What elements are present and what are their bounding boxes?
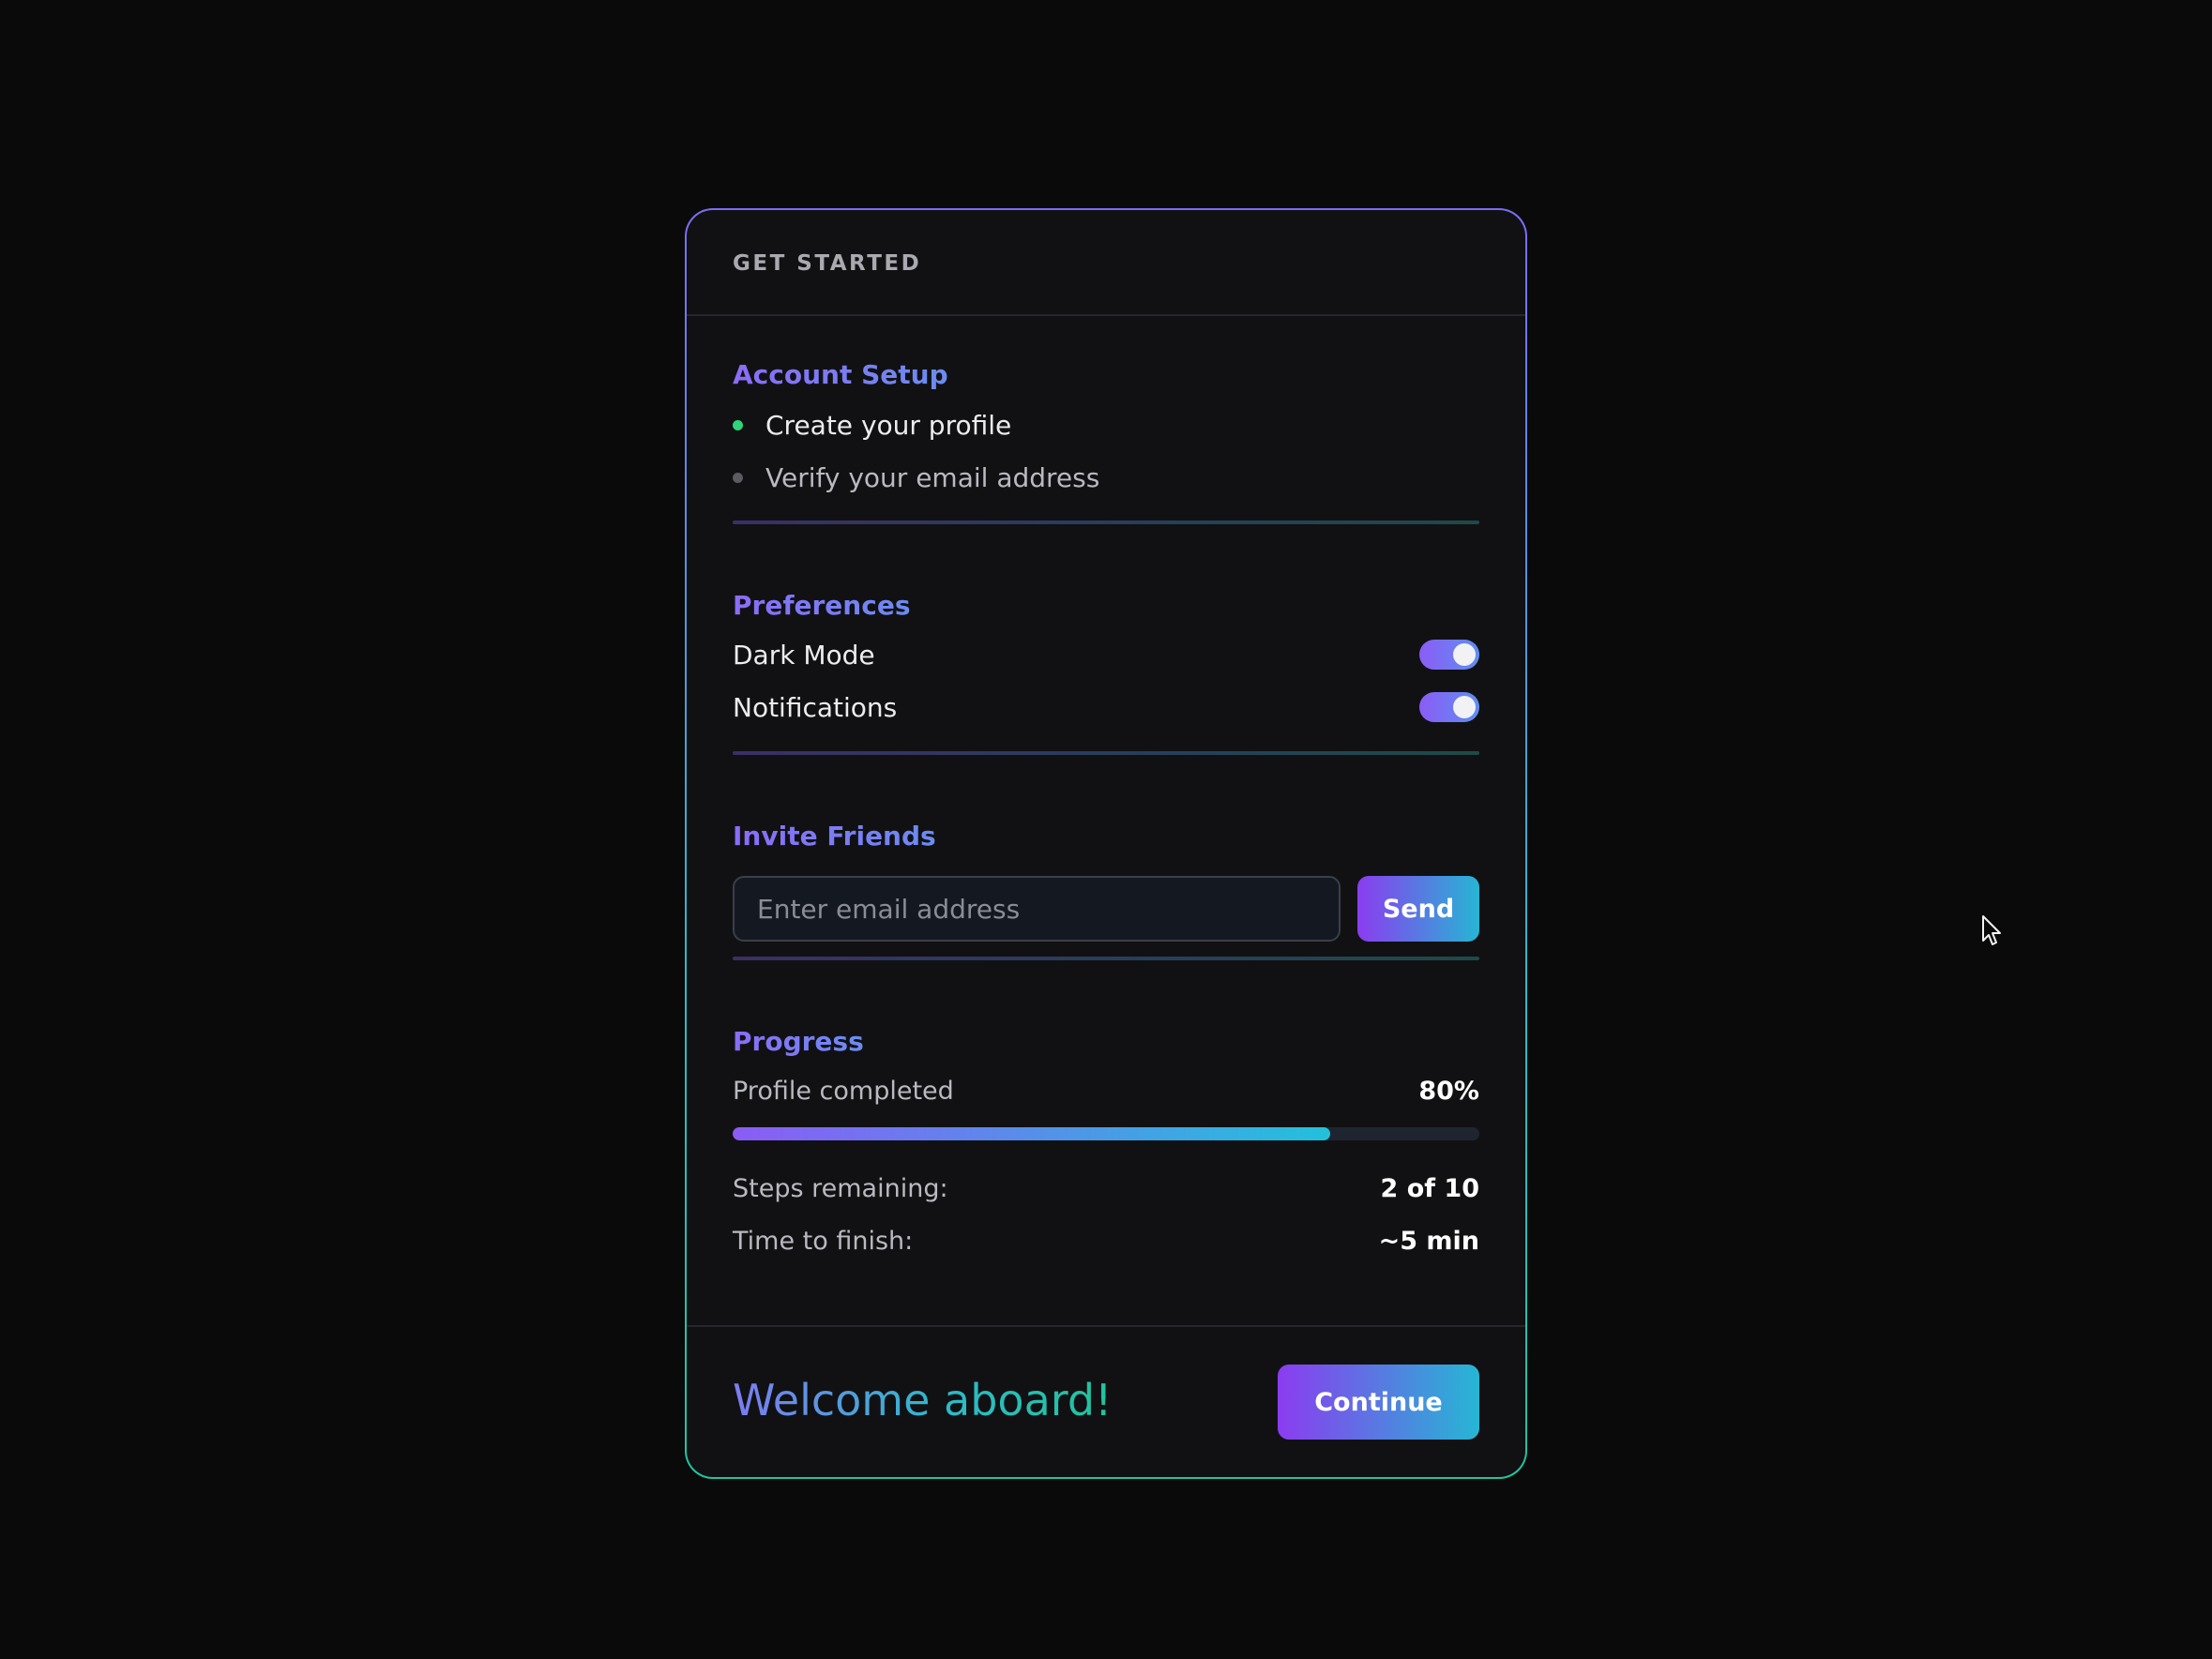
pref-row-dark-mode: Dark Mode — [733, 636, 1479, 673]
pref-label-notifications: Notifications — [733, 691, 898, 723]
section-title-account-setup: Account Setup — [733, 359, 948, 390]
card-footer: Welcome aboard! Continue — [687, 1325, 1525, 1477]
steps-remaining-row: Steps remaining: 2 of 10 — [733, 1169, 1479, 1207]
section-title-preferences: Preferences — [733, 590, 911, 621]
section-title-progress: Progress — [733, 1026, 864, 1057]
toggle-knob — [1453, 643, 1476, 666]
profile-progress-bar — [733, 1127, 1479, 1140]
pref-row-notifications: Notifications — [733, 688, 1479, 726]
dark-mode-toggle[interactable] — [1419, 640, 1479, 670]
time-to-finish-label: Time to finish: — [733, 1226, 914, 1256]
continue-button[interactable]: Continue — [1278, 1365, 1479, 1440]
time-to-finish-value: ~5 min — [1378, 1226, 1479, 1256]
mouse-pointer-icon — [1982, 915, 2001, 945]
list-item-label: Verify your email address — [765, 461, 1100, 493]
onboarding-card: GET STARTED Account Setup Create your pr… — [685, 208, 1527, 1479]
onboarding-card-inner: GET STARTED Account Setup Create your pr… — [687, 210, 1525, 1477]
section-divider — [733, 957, 1479, 960]
welcome-message: Welcome aboard! — [733, 1372, 1113, 1428]
status-dot-pending — [733, 472, 743, 483]
send-invite-button[interactable]: Send — [1357, 876, 1479, 942]
list-item-verify-email: Verify your email address — [733, 459, 1099, 496]
notifications-toggle[interactable] — [1419, 692, 1479, 722]
pref-label-dark-mode: Dark Mode — [733, 639, 875, 671]
section-title-invite-friends: Invite Friends — [733, 821, 936, 852]
toggle-knob — [1453, 696, 1476, 718]
card-header: GET STARTED — [687, 210, 1525, 316]
profile-completed-value: 80% — [1418, 1076, 1479, 1106]
profile-completed-label: Profile completed — [733, 1076, 954, 1106]
steps-remaining-value: 2 of 10 — [1380, 1173, 1479, 1203]
time-to-finish-row: Time to finish: ~5 min — [733, 1222, 1479, 1259]
section-divider — [733, 520, 1479, 524]
invite-email-input[interactable] — [733, 876, 1341, 942]
list-item-label: Create your profile — [765, 409, 1012, 441]
profile-completed-row: Profile completed 80% — [733, 1072, 1479, 1109]
status-dot-done — [733, 419, 743, 430]
steps-remaining-label: Steps remaining: — [733, 1173, 948, 1203]
profile-progress-fill — [733, 1127, 1330, 1140]
list-item-create-profile: Create your profile — [733, 406, 1011, 444]
header-title: GET STARTED — [733, 251, 922, 276]
section-divider — [733, 751, 1479, 755]
